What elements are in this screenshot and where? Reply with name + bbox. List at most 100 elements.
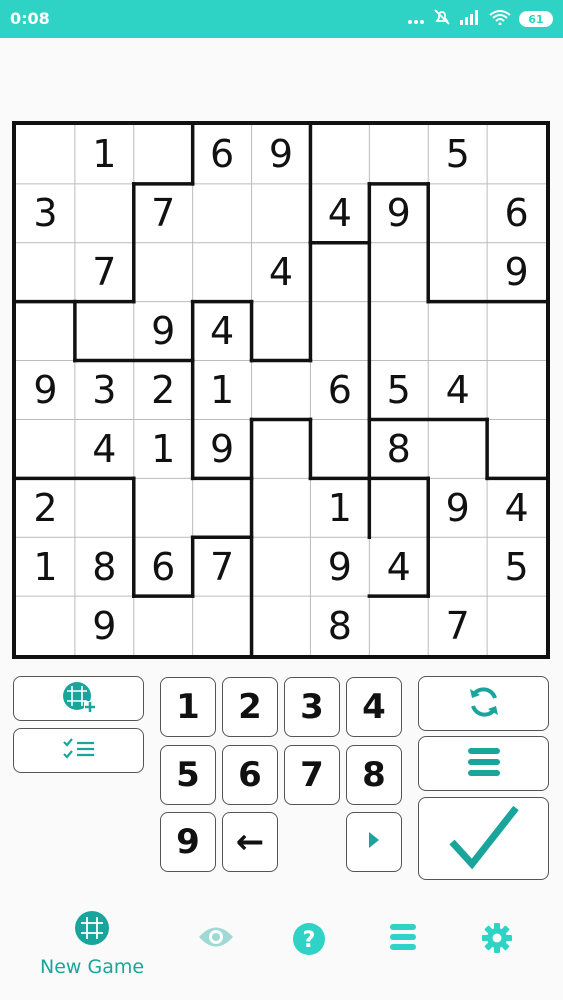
- sudoku-cell[interactable]: 9: [310, 537, 369, 596]
- sudoku-cell[interactable]: 1: [16, 537, 75, 596]
- sudoku-cell[interactable]: 4: [75, 419, 134, 478]
- sudoku-cell[interactable]: [252, 537, 311, 596]
- sudoku-cell[interactable]: 6: [134, 537, 193, 596]
- sudoku-cell[interactable]: [310, 419, 369, 478]
- sudoku-cell[interactable]: 8: [310, 596, 369, 655]
- sudoku-cell[interactable]: 6: [487, 184, 546, 243]
- sudoku-cell[interactable]: [369, 478, 428, 537]
- number-key-6[interactable]: 6: [222, 745, 278, 805]
- sudoku-cell[interactable]: 9: [487, 243, 546, 302]
- sudoku-cell[interactable]: [310, 243, 369, 302]
- sudoku-cell[interactable]: [487, 419, 546, 478]
- sudoku-cell[interactable]: 5: [369, 361, 428, 420]
- sudoku-cell[interactable]: 3: [75, 361, 134, 420]
- sudoku-cell[interactable]: [75, 302, 134, 361]
- sudoku-cell[interactable]: [428, 302, 487, 361]
- sudoku-cell[interactable]: [369, 125, 428, 184]
- sudoku-cell[interactable]: 9: [16, 361, 75, 420]
- sudoku-cell[interactable]: 8: [369, 419, 428, 478]
- sudoku-cell[interactable]: 4: [487, 478, 546, 537]
- nav-new-game[interactable]: New Game: [40, 910, 144, 978]
- sudoku-cell[interactable]: [16, 419, 75, 478]
- sudoku-cell[interactable]: [16, 596, 75, 655]
- sudoku-cell[interactable]: [369, 243, 428, 302]
- sudoku-cell[interactable]: 5: [487, 537, 546, 596]
- sudoku-cell[interactable]: 1: [193, 361, 252, 420]
- sudoku-cell[interactable]: 4: [369, 537, 428, 596]
- sudoku-cell[interactable]: [487, 302, 546, 361]
- sudoku-cell[interactable]: [252, 419, 311, 478]
- sudoku-cell[interactable]: [16, 243, 75, 302]
- sudoku-cell[interactable]: [369, 596, 428, 655]
- sudoku-cell[interactable]: [134, 243, 193, 302]
- sudoku-cell[interactable]: 6: [193, 125, 252, 184]
- number-key-5[interactable]: 5: [160, 745, 216, 805]
- refresh-button[interactable]: [418, 676, 549, 731]
- sudoku-cell[interactable]: 2: [16, 478, 75, 537]
- sudoku-cell[interactable]: [134, 596, 193, 655]
- sudoku-cell[interactable]: [487, 596, 546, 655]
- sudoku-cell[interactable]: 9: [369, 184, 428, 243]
- sudoku-cell[interactable]: [487, 125, 546, 184]
- sudoku-cell[interactable]: 7: [428, 596, 487, 655]
- sudoku-cell[interactable]: 9: [252, 125, 311, 184]
- sudoku-cell[interactable]: 7: [75, 243, 134, 302]
- number-key-7[interactable]: 7: [284, 745, 340, 805]
- sudoku-cell[interactable]: 6: [310, 361, 369, 420]
- number-key-2[interactable]: 2: [222, 677, 278, 737]
- sudoku-cell[interactable]: [310, 125, 369, 184]
- menu-button[interactable]: [418, 736, 549, 791]
- sudoku-cell[interactable]: [252, 302, 311, 361]
- number-key-8[interactable]: 8: [346, 745, 402, 805]
- nav-help[interactable]: ?: [292, 922, 326, 960]
- nav-settings[interactable]: [481, 922, 513, 958]
- backspace-button[interactable]: ←: [222, 812, 278, 872]
- sudoku-cell[interactable]: 9: [428, 478, 487, 537]
- check-button[interactable]: [418, 797, 549, 880]
- sudoku-cell[interactable]: [369, 302, 428, 361]
- sudoku-cell[interactable]: [134, 478, 193, 537]
- sudoku-cell[interactable]: [16, 302, 75, 361]
- sudoku-cell[interactable]: 9: [134, 302, 193, 361]
- checklist-button[interactable]: [13, 728, 144, 773]
- sudoku-cell[interactable]: 7: [134, 184, 193, 243]
- sudoku-cell[interactable]: [193, 478, 252, 537]
- sudoku-cell[interactable]: 5: [428, 125, 487, 184]
- nav-reveal[interactable]: [198, 924, 234, 954]
- play-button[interactable]: [346, 812, 402, 872]
- number-key-3[interactable]: 3: [284, 677, 340, 737]
- sudoku-cell[interactable]: 4: [252, 243, 311, 302]
- sudoku-cell[interactable]: [193, 596, 252, 655]
- sudoku-cell[interactable]: 4: [310, 184, 369, 243]
- sudoku-cell[interactable]: [252, 596, 311, 655]
- sudoku-cell[interactable]: [428, 184, 487, 243]
- number-key-9[interactable]: 9: [160, 812, 216, 872]
- sudoku-cell[interactable]: 1: [134, 419, 193, 478]
- sudoku-cell[interactable]: [193, 184, 252, 243]
- nav-menu[interactable]: [389, 922, 417, 956]
- sudoku-cell[interactable]: 2: [134, 361, 193, 420]
- grid-add-button[interactable]: [13, 676, 144, 721]
- sudoku-cell[interactable]: [310, 302, 369, 361]
- sudoku-cell[interactable]: 1: [310, 478, 369, 537]
- sudoku-cell[interactable]: 8: [75, 537, 134, 596]
- sudoku-cell[interactable]: 4: [428, 361, 487, 420]
- number-key-1[interactable]: 1: [160, 677, 216, 737]
- sudoku-cell[interactable]: [75, 184, 134, 243]
- sudoku-cell[interactable]: 9: [193, 419, 252, 478]
- sudoku-cell[interactable]: [252, 478, 311, 537]
- sudoku-cell[interactable]: [428, 243, 487, 302]
- sudoku-cell[interactable]: [134, 125, 193, 184]
- sudoku-cell[interactable]: [193, 243, 252, 302]
- sudoku-cell[interactable]: 7: [193, 537, 252, 596]
- sudoku-cell[interactable]: 4: [193, 302, 252, 361]
- sudoku-cell[interactable]: [252, 361, 311, 420]
- number-key-4[interactable]: 4: [346, 677, 402, 737]
- sudoku-cell[interactable]: [428, 537, 487, 596]
- sudoku-grid[interactable]: 169537496749949321654419821941867945987: [12, 121, 550, 659]
- sudoku-cell[interactable]: [75, 478, 134, 537]
- sudoku-cell[interactable]: [428, 419, 487, 478]
- sudoku-cell[interactable]: [252, 184, 311, 243]
- sudoku-cell[interactable]: [487, 361, 546, 420]
- sudoku-cell[interactable]: [16, 125, 75, 184]
